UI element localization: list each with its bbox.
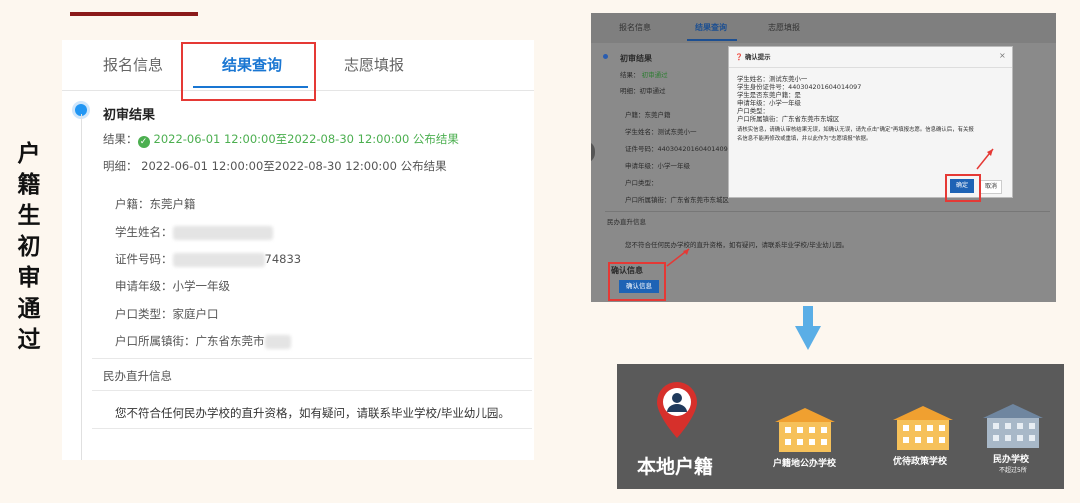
private-school-sub: 不超过5所	[999, 467, 1027, 474]
field-grade: 申请年级：小学一年级	[115, 279, 230, 293]
down-arrow-stem	[803, 306, 813, 326]
minban-title: 民办直升信息	[103, 369, 172, 383]
redacted-block	[264, 334, 291, 349]
priority-school-icon	[893, 406, 953, 450]
vertical-title: 户籍生初审通过	[17, 140, 41, 353]
redacted-block	[172, 252, 265, 267]
pointer-lines	[666, 148, 994, 267]
timeline-line	[81, 114, 82, 460]
public-school-label: 户籍地公办学校	[773, 459, 837, 469]
field-student-name: 学生姓名：	[115, 224, 273, 240]
check-icon: ✓	[137, 136, 150, 148]
field-hukou: 户籍：东莞户籍	[115, 197, 196, 211]
divider	[92, 390, 532, 391]
confirm-screenshot: 报名信息 结果查询 志愿填报 初审结果 结果： 初审通过 明细：初审通过 户籍：…	[591, 13, 1056, 302]
detail-row: 明细： 2022-06-01 12:00:00至2022-08-30 12:00…	[103, 159, 447, 173]
tab-registration-info[interactable]: 报名信息	[103, 54, 163, 75]
priority-school-label: 优待政策学校	[893, 457, 948, 467]
redacted-block	[172, 225, 273, 240]
field-hukou-type: 户口类型：家庭户口	[115, 307, 219, 321]
down-arrow-icon	[795, 326, 821, 350]
result-row: 结果： ✓ 2022-06-01 12:00:00至2022-08-30 12:00…	[103, 132, 459, 148]
result-query-panel: 报名信息 结果查询 志愿填报 初审结果 结果： ✓ 2022-06-01 12:00…	[62, 40, 534, 460]
divider	[92, 358, 532, 359]
private-school-icon	[983, 404, 1043, 448]
field-hukou-town: 户口所属镇街：广东省东莞市	[115, 333, 291, 349]
location-pin-icon	[657, 382, 697, 438]
local-hukou-infographic: 本地户籍 户籍地公办学校 优待政策学校 民办学校 不超过5所	[617, 364, 1064, 489]
divider	[92, 428, 532, 429]
public-school-icon	[775, 408, 835, 452]
highlight-box-tab	[181, 42, 316, 101]
section-title: 初审结果	[103, 108, 156, 123]
minban-text: 您不符合任何民办学校的直升资格，如有疑问，请联系毕业学校/毕业幼儿园。	[115, 406, 510, 420]
local-hukou-label: 本地户籍	[637, 456, 714, 478]
decorative-top-bar	[70, 12, 198, 16]
tab-volunteer-fill[interactable]: 志愿填报	[344, 54, 404, 75]
field-id-number: 证件号码： 74833	[115, 252, 302, 267]
private-school-label: 民办学校	[993, 455, 1030, 465]
